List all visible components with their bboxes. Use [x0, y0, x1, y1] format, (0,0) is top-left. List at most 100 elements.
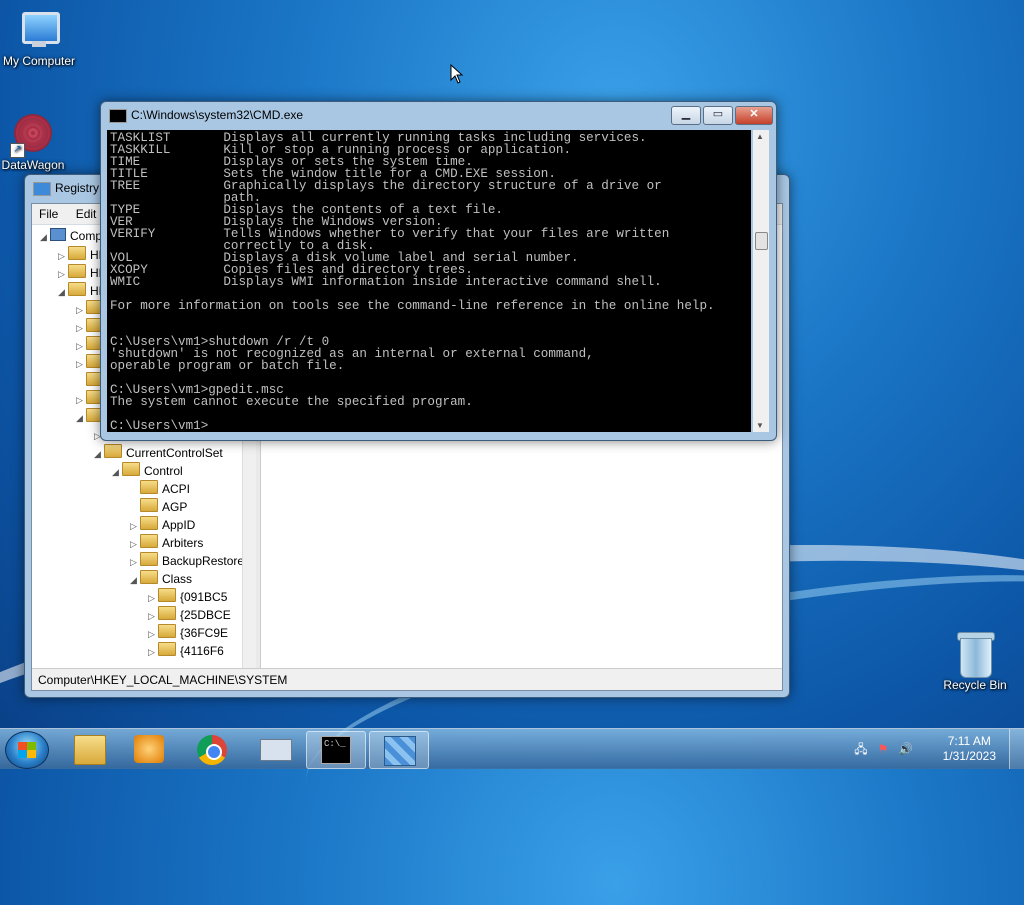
taskbar-command-prompt[interactable]: C:\_ — [306, 731, 366, 769]
console-line: For more information on tools see the co… — [110, 299, 715, 313]
action-center-flag-icon[interactable]: ⚑ — [876, 742, 890, 756]
tree-item[interactable]: ▷ {4116F6 — [148, 642, 224, 660]
desktop-icon-label: Recycle Bin — [943, 678, 1007, 692]
tree-item-label: Class — [162, 572, 193, 586]
tree-item[interactable]: ▷ BackupRestore — [130, 552, 244, 570]
tree-item[interactable]: AGP — [130, 498, 187, 516]
expand-arrow-icon[interactable]: ▷ — [58, 269, 68, 280]
network-icon[interactable]: 🖧 — [854, 742, 868, 756]
collapse-arrow-icon[interactable]: ◢ — [40, 232, 50, 243]
cmd-window[interactable]: C:\Windows\system32\CMD.exe ▁ ▭ ✕ TASKLI… — [100, 101, 777, 441]
window-title: C:\Windows\system32\CMD.exe — [131, 108, 304, 122]
chrome-icon — [197, 735, 227, 765]
media-player-icon — [134, 735, 164, 763]
expand-arrow-icon[interactable]: ▷ — [76, 395, 86, 406]
scroll-thumb[interactable] — [755, 232, 768, 250]
expand-arrow-icon[interactable]: ▷ — [148, 647, 158, 658]
folder-icon — [158, 642, 176, 656]
tree-item[interactable]: ▷ {25DBCE — [148, 606, 231, 624]
tree-item-label: AppID — [162, 518, 196, 532]
expand-arrow-icon[interactable]: ▷ — [148, 611, 158, 622]
cmd-app-icon — [109, 109, 127, 123]
command-prompt-icon: C:\_ — [321, 736, 351, 764]
maximize-button[interactable]: ▭ — [703, 106, 733, 125]
tree-item[interactable]: ACPI — [130, 480, 190, 498]
expand-arrow-icon[interactable]: ▷ — [130, 521, 140, 532]
folder-icon — [68, 246, 86, 260]
clock[interactable]: 7:11 AM 1/31/2023 — [943, 734, 996, 764]
clock-time: 7:11 AM — [947, 734, 991, 748]
console-line: The system cannot execute the specified … — [110, 395, 473, 409]
volume-icon[interactable]: 🔊 — [898, 742, 913, 756]
recycle-bin-icon — [955, 630, 995, 678]
expand-arrow-icon[interactable]: ▷ — [76, 305, 86, 316]
close-button[interactable]: ✕ — [735, 106, 773, 125]
taskbar-windows-explorer[interactable] — [60, 731, 118, 767]
folder-icon — [74, 735, 106, 765]
start-button[interactable] — [5, 731, 49, 769]
folder-icon — [68, 282, 86, 296]
expand-arrow-icon[interactable]: ▷ — [58, 251, 68, 262]
folder-icon — [140, 552, 158, 566]
expand-arrow-icon[interactable]: ▷ — [130, 557, 140, 568]
datawagon-icon: ↗ — [10, 112, 56, 158]
expand-arrow-icon[interactable]: ▷ — [130, 539, 140, 550]
collapse-arrow-icon[interactable]: ◢ — [112, 467, 122, 478]
desktop-icon-label: DataWagon — [1, 158, 65, 172]
desktop-icon-datawagon[interactable]: ↗ DataWagon — [0, 112, 78, 172]
folder-icon — [140, 516, 158, 530]
tree-item[interactable]: ▷ Arbiters — [130, 534, 203, 552]
folder-icon — [140, 480, 158, 494]
expand-arrow-icon[interactable]: ▷ — [76, 359, 86, 370]
scroll-up-icon[interactable]: ▲ — [756, 132, 764, 141]
tree-item[interactable]: ▷ {36FC9E — [148, 624, 228, 642]
tree-item-label: CurrentControlSet — [126, 446, 223, 460]
tree-item[interactable]: ◢ Control — [112, 462, 183, 480]
taskbar-chrome[interactable] — [183, 731, 241, 767]
console-output[interactable]: TASKLIST Displays all currently running … — [107, 130, 751, 432]
collapse-arrow-icon[interactable]: ◢ — [94, 449, 104, 460]
tree-item[interactable]: ▷ {091BC5 — [148, 588, 227, 606]
console-line: C:\Users\vm1> — [110, 419, 209, 432]
cmd-title-bar[interactable]: C:\Windows\system32\CMD.exe ▁ ▭ ✕ — [101, 102, 776, 128]
mouse-pointer-icon — [450, 64, 464, 84]
expand-arrow-icon[interactable]: ▷ — [148, 629, 158, 640]
computer-icon — [50, 228, 66, 241]
taskbar-media-player[interactable] — [120, 731, 178, 767]
tree-item[interactable]: ◢ CurrentControlSet — [94, 444, 223, 462]
tree-item-label: Control — [144, 464, 183, 478]
taskbar-keyboard-app[interactable] — [246, 731, 304, 767]
system-tray: 🖧 ⚑ 🔊 7:11 AM 1/31/2023 — [854, 729, 1024, 769]
folder-icon — [104, 444, 122, 458]
computer-icon — [16, 8, 62, 54]
minimize-button[interactable]: ▁ — [671, 106, 701, 125]
menu-file[interactable]: File — [32, 204, 65, 224]
show-desktop-button[interactable] — [1009, 729, 1024, 769]
desktop-icon-label: My Computer — [2, 54, 76, 68]
tree-item-label: ACPI — [162, 482, 191, 496]
keyboard-icon — [260, 739, 292, 761]
tree-item-label: {4116F6 — [180, 644, 224, 658]
console-line: WMIC Displays WMI information inside int… — [110, 275, 662, 289]
menu-edit[interactable]: Edit — [69, 204, 104, 224]
minimize-icon: ▁ — [681, 108, 691, 120]
expand-arrow-icon[interactable]: ▷ — [76, 341, 86, 352]
folder-icon — [140, 498, 158, 512]
expand-arrow-icon[interactable]: ▷ — [76, 323, 86, 334]
expand-arrow-icon[interactable]: ▷ — [148, 593, 158, 604]
scroll-down-icon[interactable]: ▼ — [756, 421, 764, 430]
console-line: operable program or batch file. — [110, 359, 345, 373]
tree-item[interactable]: ▷ AppID — [130, 516, 195, 534]
taskbar: C:\_ 🖧 ⚑ 🔊 7:11 AM 1/31/2023 — [0, 728, 1024, 769]
taskbar-registry-editor[interactable] — [369, 731, 429, 769]
console-scrollbar[interactable]: ▲ ▼ — [753, 130, 769, 432]
collapse-arrow-icon[interactable]: ◢ — [130, 575, 140, 586]
desktop-icon-recycle-bin[interactable]: Recycle Bin — [930, 630, 1020, 692]
collapse-arrow-icon[interactable]: ◢ — [76, 413, 86, 424]
tree-item[interactable]: ◢ Class — [130, 570, 192, 588]
desktop-icon-my-computer[interactable]: My Computer — [0, 8, 84, 68]
tree-item-label: Arbiters — [162, 536, 204, 550]
folder-icon — [158, 624, 176, 638]
collapse-arrow-icon[interactable]: ◢ — [58, 287, 68, 298]
